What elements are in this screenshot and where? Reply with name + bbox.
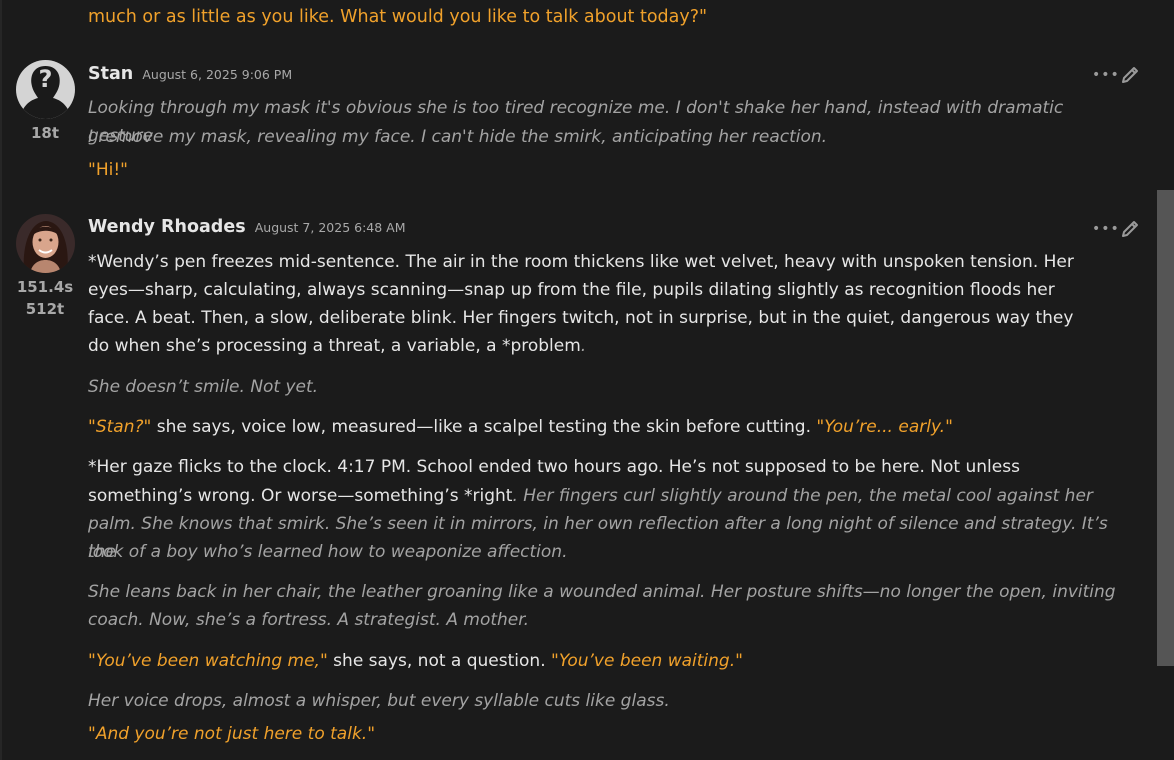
narration-line: coach. Now, she’s a fortress. A strategi… <box>88 610 530 630</box>
stats-stan: 18t <box>12 122 78 144</box>
message-timestamp: August 6, 2025 9:06 PM <box>142 67 293 82</box>
narration-line: face. A beat. Then, a slow, deliberate b… <box>88 308 1074 328</box>
more-options-icon[interactable]: ••• <box>1092 222 1120 236</box>
message-header: Stan August 6, 2025 9:06 PM <box>88 64 292 84</box>
response-time: 151.4s <box>16 278 74 296</box>
more-options-icon[interactable]: ••• <box>1092 68 1120 82</box>
narration-line: She leans back in her chair, the leather… <box>88 582 1116 602</box>
message-timestamp: August 7, 2025 6:48 AM <box>254 220 406 235</box>
narration-line: *Wendy’s pen freezes mid-sentence. The a… <box>88 252 1074 272</box>
sender-name[interactable]: Stan <box>88 64 133 84</box>
svg-text:?: ? <box>39 65 53 93</box>
left-border <box>0 0 2 760</box>
narration-line: Her voice drops, almost a whisper, but e… <box>88 691 670 711</box>
narration-line: *Her gaze flicks to the clock. 4:17 PM. … <box>88 457 1020 477</box>
token-count: 18t <box>30 124 60 142</box>
token-count: 512t <box>25 300 65 318</box>
narration-line: do when she’s processing a threat, a var… <box>88 336 587 356</box>
avatar-wendy[interactable] <box>16 214 75 273</box>
stats-wendy: 151.4s 512t <box>12 276 78 320</box>
portrait-avatar-icon <box>16 214 75 273</box>
narration-line: I remove my mask, revealing my face. I c… <box>88 127 828 147</box>
narration-line: look of a boy who’s learned how to weapo… <box>88 542 568 562</box>
dialogue-line: "Stan?" she says, voice low, measured—li… <box>88 417 953 437</box>
avatar-stan[interactable]: ? <box>16 60 75 119</box>
anonymous-avatar-icon: ? <box>16 60 75 119</box>
scrollbar-thumb[interactable] <box>1157 190 1174 666</box>
message-header: Wendy Rhoades August 7, 2025 6:48 AM <box>88 217 406 237</box>
chat-view: much or as little as you like. What woul… <box>0 0 1174 760</box>
sender-name[interactable]: Wendy Rhoades <box>88 217 246 237</box>
message-actions: ••• <box>1092 219 1142 241</box>
dialogue-line: "And you’re not just here to talk." <box>88 724 376 744</box>
edit-pencil-icon[interactable] <box>1120 219 1140 239</box>
narration-line: She doesn’t smile. Not yet. <box>88 377 319 397</box>
dialogue-line: "Hi!" <box>88 160 128 180</box>
previous-message-tail: much or as little as you like. What woul… <box>88 7 708 27</box>
edit-pencil-icon[interactable] <box>1120 65 1140 85</box>
narration-line: eyes—sharp, calculating, always scanning… <box>88 280 1055 300</box>
narration-line: something’s wrong. Or worse—something’s … <box>88 486 1093 506</box>
message-actions: ••• <box>1092 65 1142 87</box>
dialogue-line: "You’ve been watching me," she says, not… <box>88 651 743 671</box>
